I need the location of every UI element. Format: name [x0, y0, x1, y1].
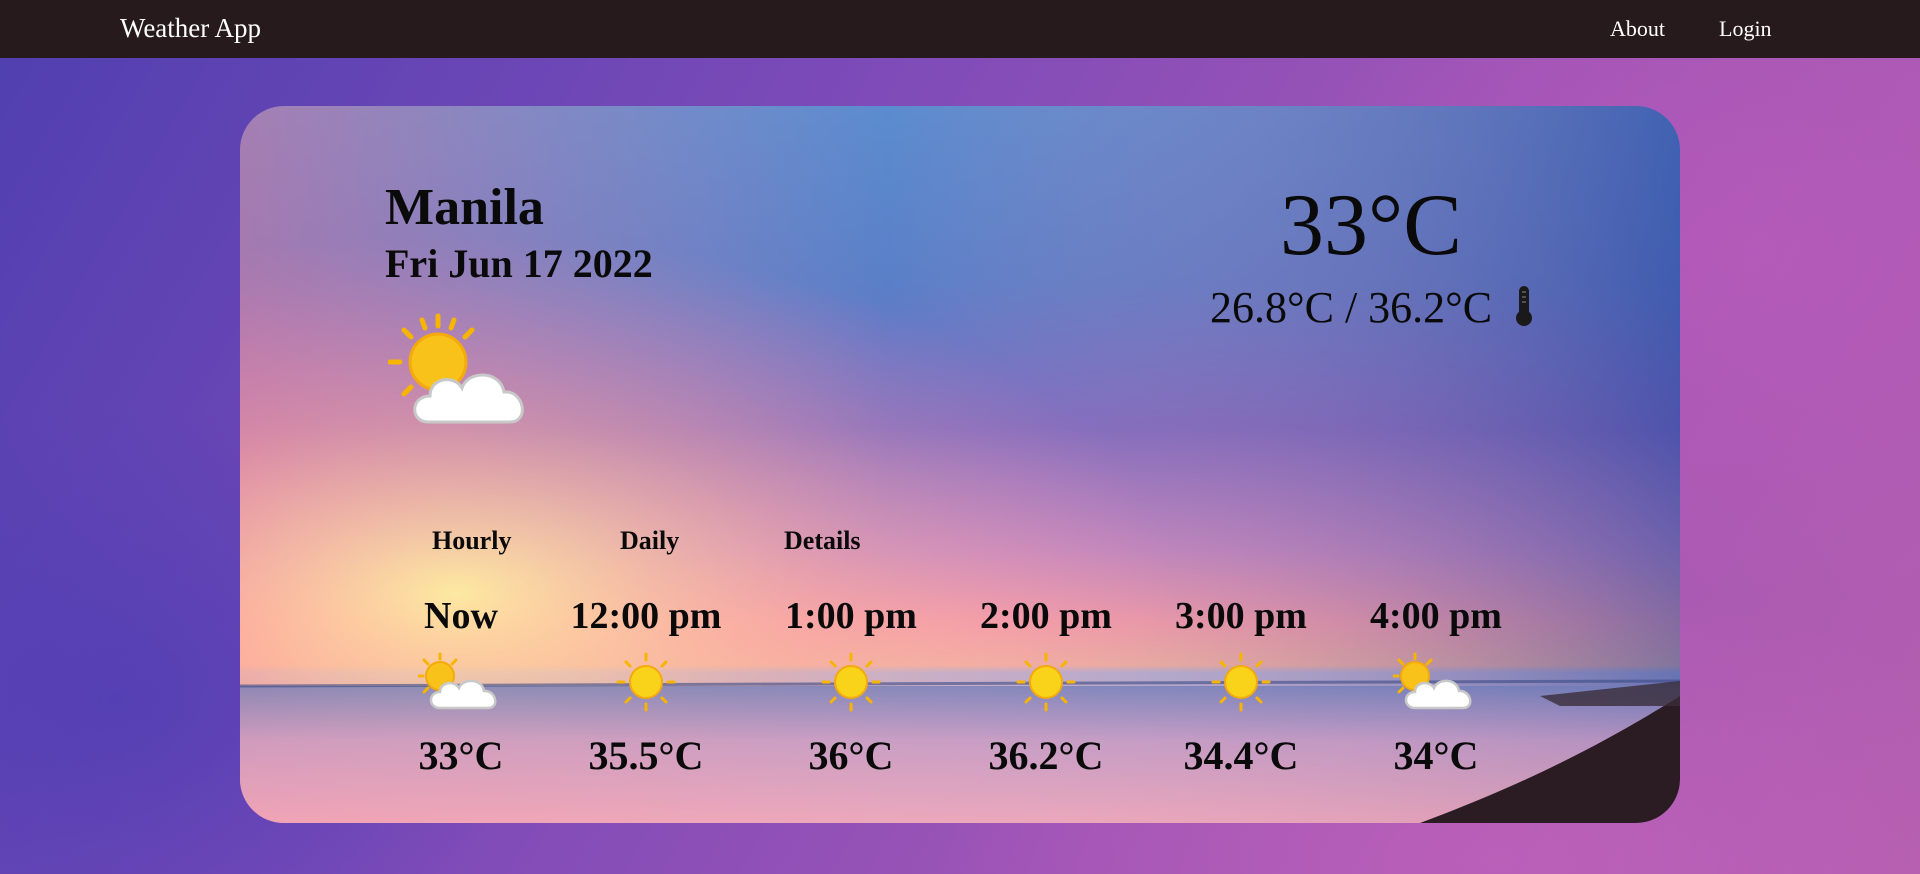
hour-time: Now	[424, 595, 498, 637]
current-date: Fri Jun 17 2022	[385, 241, 653, 286]
hour-temperature: 36.2°C	[988, 733, 1104, 778]
tab-details[interactable]: Details	[784, 526, 861, 556]
sun-icon	[1211, 652, 1271, 712]
sun-behind-cloud-icon	[388, 313, 524, 424]
hourly-item: 3:00 pm 34.4°C	[1151, 594, 1331, 778]
hour-time: 2:00 pm	[980, 595, 1112, 637]
sun-behind-cloud-icon	[418, 652, 497, 710]
sun-icon	[821, 652, 881, 712]
hourly-item: 2:00 pm 36.2°C	[956, 594, 1136, 778]
hour-time: 1:00 pm	[785, 595, 917, 637]
sun-icon	[616, 652, 676, 712]
nav-login-link[interactable]: Login	[1719, 16, 1772, 42]
hour-temperature: 34°C	[1393, 733, 1479, 778]
hourly-item: Now 33°C	[371, 594, 551, 778]
weather-card: Manila Fri Jun 17 2022 33°C 26.8°C / 36.…	[240, 106, 1680, 823]
hour-time: 3:00 pm	[1175, 595, 1307, 637]
brand-link[interactable]: Weather App	[120, 13, 261, 44]
current-temperature: 33°C	[1280, 177, 1462, 274]
thermometer-icon	[1516, 286, 1532, 326]
tab-hourly[interactable]: Hourly	[432, 526, 511, 556]
tab-daily[interactable]: Daily	[620, 526, 679, 556]
hourly-item: 1:00 pm 36°C	[761, 594, 941, 778]
hourly-item: 4:00 pm 34°C	[1346, 594, 1526, 778]
sun-behind-cloud-icon	[1393, 652, 1472, 710]
hour-temperature: 33°C	[418, 733, 504, 778]
navbar: Weather App About Login	[0, 0, 1920, 58]
temperature-range: 26.8°C / 36.2°C	[1210, 283, 1493, 332]
hour-temperature: 35.5°C	[588, 733, 704, 778]
hour-temperature: 36°C	[808, 733, 894, 778]
hour-time: 12:00 pm	[570, 595, 722, 637]
hour-temperature: 34.4°C	[1183, 733, 1299, 778]
hourly-item: 12:00 pm 35.5°C	[556, 594, 736, 778]
sun-icon	[1016, 652, 1076, 712]
nav-about-link[interactable]: About	[1610, 16, 1665, 42]
city-name: Manila	[385, 179, 544, 236]
hour-time: 4:00 pm	[1370, 595, 1502, 637]
